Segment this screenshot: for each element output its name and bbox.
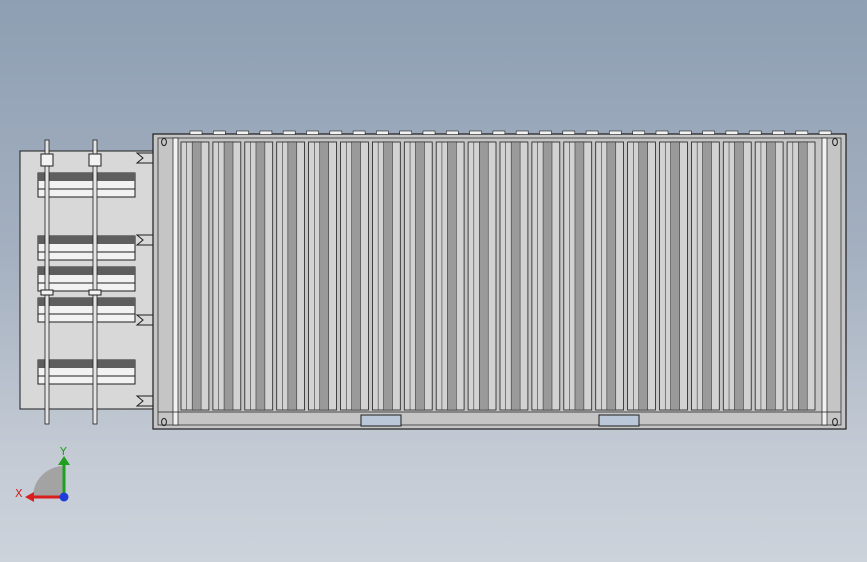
vertical-rod (44, 139, 50, 425)
corrugation-groove (734, 141, 744, 411)
corrugation-groove (255, 141, 266, 411)
end-wall-post-left (172, 137, 179, 426)
roof-rib-tab (492, 130, 506, 135)
roof-rib-tab (562, 130, 576, 135)
x-axis-arrowhead-icon (25, 492, 34, 502)
corrugation-groove (542, 141, 553, 411)
roof-rib-tab (236, 130, 249, 135)
corrugation-groove (351, 141, 361, 411)
corrugation (467, 141, 497, 411)
roof-rib-tab (306, 130, 319, 135)
corrugation (371, 141, 401, 411)
corrugation-groove (287, 141, 298, 411)
roof-rib-tab (259, 130, 273, 135)
forklift-pocket (598, 414, 640, 427)
roof-rib-tab (469, 130, 482, 135)
rod-clip (40, 289, 54, 296)
roof-rib-tab (585, 130, 599, 135)
corrugation-groove (638, 141, 648, 411)
corrugation-groove (447, 141, 457, 411)
corrugation (531, 141, 561, 411)
corrugation (340, 141, 369, 411)
corrugation (627, 141, 656, 411)
corrugation-groove (191, 141, 202, 411)
triad-xy-plane (33, 466, 64, 497)
roof-rib-tab (282, 130, 296, 135)
roof-rib-tab (795, 130, 809, 135)
corrugation-groove (383, 141, 393, 411)
corrugation-groove (479, 141, 489, 411)
shelf-rail-dark (38, 298, 135, 306)
roof-rib-tab (376, 130, 389, 135)
roof-rib-tab (702, 130, 715, 135)
y-axis-label: Y (59, 445, 67, 458)
roof-rib-tab (399, 130, 413, 135)
corrugation-groove (798, 141, 808, 411)
corrugation-groove (606, 141, 617, 411)
corrugation (754, 141, 784, 411)
cad-viewport[interactable]: Y X (0, 0, 867, 562)
coordinate-triad: Y X (15, 445, 70, 502)
roof-rib-tab (748, 130, 762, 135)
corrugation (212, 141, 242, 411)
rod-clamp (40, 153, 54, 167)
shelf-rail-dark (38, 267, 135, 275)
x-axis-label: X (15, 487, 23, 500)
corrugation (244, 141, 274, 411)
forklift-pocket (360, 414, 402, 427)
shelf-rail-dark (38, 173, 135, 181)
corrugation (563, 141, 593, 411)
roof-rib-tab (609, 130, 622, 135)
corrugation (659, 141, 688, 411)
vertical-rod (92, 139, 98, 425)
roof-rib-tab (818, 130, 832, 135)
corrugation (691, 141, 720, 411)
corrugation-groove (319, 141, 329, 411)
roof-rib-tab (725, 130, 739, 135)
shelf-rail-dark (38, 236, 135, 244)
roof-rib-tab (632, 130, 646, 135)
roof-rib-tab (329, 130, 343, 135)
roof-rib-tab (655, 130, 669, 135)
shipping-container-top-view (152, 130, 847, 430)
corrugation (786, 141, 816, 411)
corrugation-groove (766, 141, 776, 411)
side-panel (19, 139, 161, 425)
corrugation (499, 141, 529, 411)
corrugation-groove (702, 141, 712, 411)
corrugation (435, 141, 465, 411)
corrugation-groove (510, 141, 521, 411)
rod-clip (88, 289, 102, 296)
roof-rib-tab (772, 130, 785, 135)
roof-rib-tab (515, 130, 529, 135)
corrugation-groove (574, 141, 585, 411)
roof-rib-tab (445, 130, 459, 135)
shelf-rail-dark (38, 360, 135, 368)
corrugation (308, 141, 337, 411)
corrugation (595, 141, 625, 411)
end-wall-post-right (821, 137, 828, 426)
roof-rib-tab (422, 130, 436, 135)
cad-drawing: Y X (15, 130, 847, 502)
corrugation-groove (415, 141, 425, 411)
roof-rib-tab (539, 130, 552, 135)
roof-rib-tab (189, 130, 203, 135)
corrugation-groove (223, 141, 234, 411)
corrugation (180, 141, 210, 411)
corrugation (722, 141, 752, 411)
roof-rib-tab (352, 130, 366, 135)
corrugation (403, 141, 433, 411)
roof-rib-tab (678, 130, 692, 135)
roof-rib-tab (213, 130, 226, 135)
rod-clamp (88, 153, 102, 167)
corrugation (276, 141, 306, 411)
z-axis-icon (59, 492, 69, 502)
corrugation-groove (670, 141, 680, 411)
